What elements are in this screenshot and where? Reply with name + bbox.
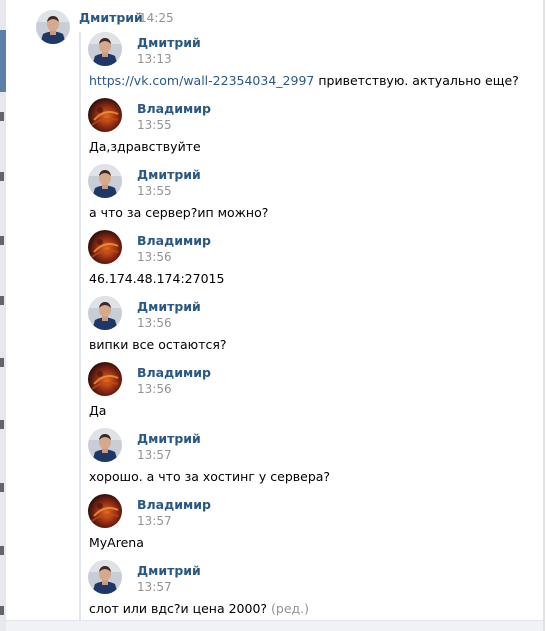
left-text-fragment bbox=[0, 546, 4, 555]
message-body: MyArena bbox=[89, 535, 144, 550]
message-body: приветствую. актуально еще? bbox=[318, 73, 519, 88]
left-text-fragment bbox=[0, 606, 4, 615]
message-text: Да,здравствуйте bbox=[89, 139, 201, 154]
message-body: Да,здравствуйте bbox=[89, 139, 201, 154]
message-author[interactable]: Дмитрий bbox=[79, 10, 143, 25]
avatar-dmitriy[interactable] bbox=[88, 428, 122, 462]
avatar-vladimir[interactable] bbox=[88, 98, 122, 132]
message-time[interactable]: 13:57 bbox=[137, 448, 172, 462]
message-author[interactable]: Владимир bbox=[137, 101, 211, 116]
edited-label[interactable]: (ред.) bbox=[271, 601, 309, 616]
avatar-dmitriy[interactable] bbox=[88, 164, 122, 198]
message-text: MyArena bbox=[89, 535, 144, 550]
message-author[interactable]: Дмитрий bbox=[137, 167, 201, 182]
message-author[interactable]: Дмитрий bbox=[137, 299, 201, 314]
message-time[interactable]: 13:56 bbox=[137, 250, 172, 264]
left-text-fragment bbox=[0, 358, 4, 367]
avatar-vladimir[interactable] bbox=[88, 362, 122, 396]
message-body: 46.174.48.174:27015 bbox=[89, 271, 225, 286]
message-text: а что за сервер?ип можно? bbox=[89, 205, 268, 220]
message-text: 46.174.48.174:27015 bbox=[89, 271, 224, 286]
forwarded-messages: Дмитрий 13:13 https://vk.com/wall-22354034… bbox=[79, 32, 521, 622]
message-body: Да bbox=[89, 403, 107, 418]
message-time[interactable]: 13:55 bbox=[137, 184, 172, 198]
avatar-dmitriy[interactable] bbox=[88, 560, 122, 594]
message-author[interactable]: Владимир bbox=[137, 233, 211, 248]
message-author[interactable]: Владимир bbox=[137, 365, 211, 380]
left-text-fragment bbox=[0, 172, 4, 181]
message-time[interactable]: 13:57 bbox=[137, 580, 172, 594]
chat-page: Дмитрий 14:25 Дмитрий 13:13 https://vk.com… bbox=[0, 0, 547, 631]
message-text: слот или вдс?и цена 2000? (ред.) bbox=[89, 601, 309, 616]
avatar-dmitriy[interactable] bbox=[88, 32, 122, 66]
avatar-dmitriy[interactable] bbox=[88, 296, 122, 330]
message-body: слот или вдс?и цена 2000? bbox=[89, 601, 268, 616]
left-text-fragment bbox=[0, 420, 4, 429]
message-body: а что за сервер?ип можно? bbox=[89, 205, 269, 220]
message-time[interactable]: 13:56 bbox=[137, 316, 172, 330]
left-text-fragment bbox=[0, 483, 4, 492]
avatar-vladimir[interactable] bbox=[88, 494, 122, 528]
left-text-fragment bbox=[0, 296, 4, 305]
message-text: хорошо. а что за хостинг у сервера? bbox=[89, 469, 330, 484]
right-panel-edge bbox=[543, 0, 545, 631]
message-author[interactable]: Дмитрий bbox=[137, 563, 201, 578]
avatar-dmitriy[interactable] bbox=[36, 10, 70, 44]
message-time[interactable]: 13:57 bbox=[137, 514, 172, 528]
left-text-fragment bbox=[0, 112, 4, 121]
left-panel-edge bbox=[0, 0, 6, 631]
message-link[interactable]: https://vk.com/wall-22354034_2997 bbox=[89, 73, 314, 88]
message-time[interactable]: 13:13 bbox=[137, 52, 172, 66]
left-text-fragment bbox=[0, 236, 4, 245]
message-text: випки все остаются? bbox=[89, 337, 227, 352]
message-author[interactable]: Дмитрий bbox=[137, 431, 201, 446]
message-body: хорошо. а что за хостинг у сервера? bbox=[89, 469, 331, 484]
message-author[interactable]: Владимир bbox=[137, 497, 211, 512]
message-time[interactable]: 13:56 bbox=[137, 382, 172, 396]
bottom-bar bbox=[6, 620, 543, 631]
message-author[interactable]: Дмитрий bbox=[137, 35, 201, 50]
message-time[interactable]: 13:55 bbox=[137, 118, 172, 132]
message-time[interactable]: 14:25 bbox=[139, 11, 174, 25]
left-panel-highlight bbox=[0, 30, 6, 92]
message-text: Да bbox=[89, 403, 106, 418]
message-text: https://vk.com/wall-22354034_2997 привет… bbox=[89, 73, 519, 88]
message-body: випки все остаются? bbox=[89, 337, 227, 352]
avatar-vladimir[interactable] bbox=[88, 230, 122, 264]
